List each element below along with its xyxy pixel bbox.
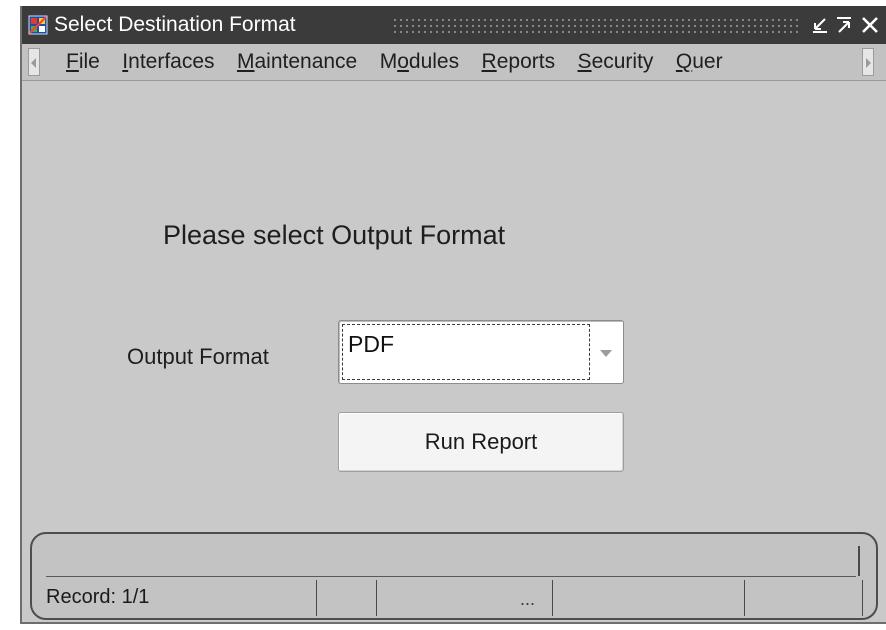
app-icon — [28, 15, 48, 35]
status-row: Record: 1/1 ... — [32, 580, 876, 618]
output-format-select[interactable]: PDF — [338, 320, 624, 384]
close-icon[interactable] — [858, 12, 882, 38]
menu-interfaces[interactable]: Interfaces — [122, 44, 214, 80]
run-report-button[interactable]: Run Report — [338, 412, 624, 472]
menu-items: File Interfaces Maintenance Modules Repo… — [66, 44, 856, 80]
menu-security[interactable]: Security — [578, 44, 654, 80]
menu-query[interactable]: Quer — [676, 44, 723, 80]
status-bar: Record: 1/1 ... — [30, 532, 878, 620]
output-format-value: PDF — [348, 331, 394, 357]
menu-maintenance[interactable]: Maintenance — [237, 44, 357, 80]
menu-bar: File Interfaces Maintenance Modules Repo… — [22, 44, 886, 81]
status-message-area — [46, 544, 860, 577]
maximize-icon[interactable] — [832, 12, 856, 38]
record-indicator: Record: 1/1 — [46, 586, 150, 608]
minimize-icon[interactable] — [808, 12, 832, 38]
page-heading: Please select Output Format — [163, 220, 506, 250]
menu-scroll-right-icon[interactable] — [862, 48, 874, 76]
window-title: Select Destination Format — [54, 13, 296, 36]
app-window: Select Destination Format File Interface… — [20, 6, 886, 624]
menu-scroll-left-icon[interactable] — [28, 48, 40, 76]
status-ellipsis: ... — [520, 589, 536, 609]
menu-file[interactable]: File — [66, 44, 100, 80]
title-grip — [392, 17, 800, 33]
output-format-label: Output Format — [127, 344, 269, 369]
menu-modules[interactable]: Modules — [380, 44, 459, 80]
title-bar[interactable]: Select Destination Format — [22, 6, 886, 44]
chevron-down-icon[interactable] — [593, 325, 619, 379]
menu-reports[interactable]: Reports — [482, 44, 556, 80]
